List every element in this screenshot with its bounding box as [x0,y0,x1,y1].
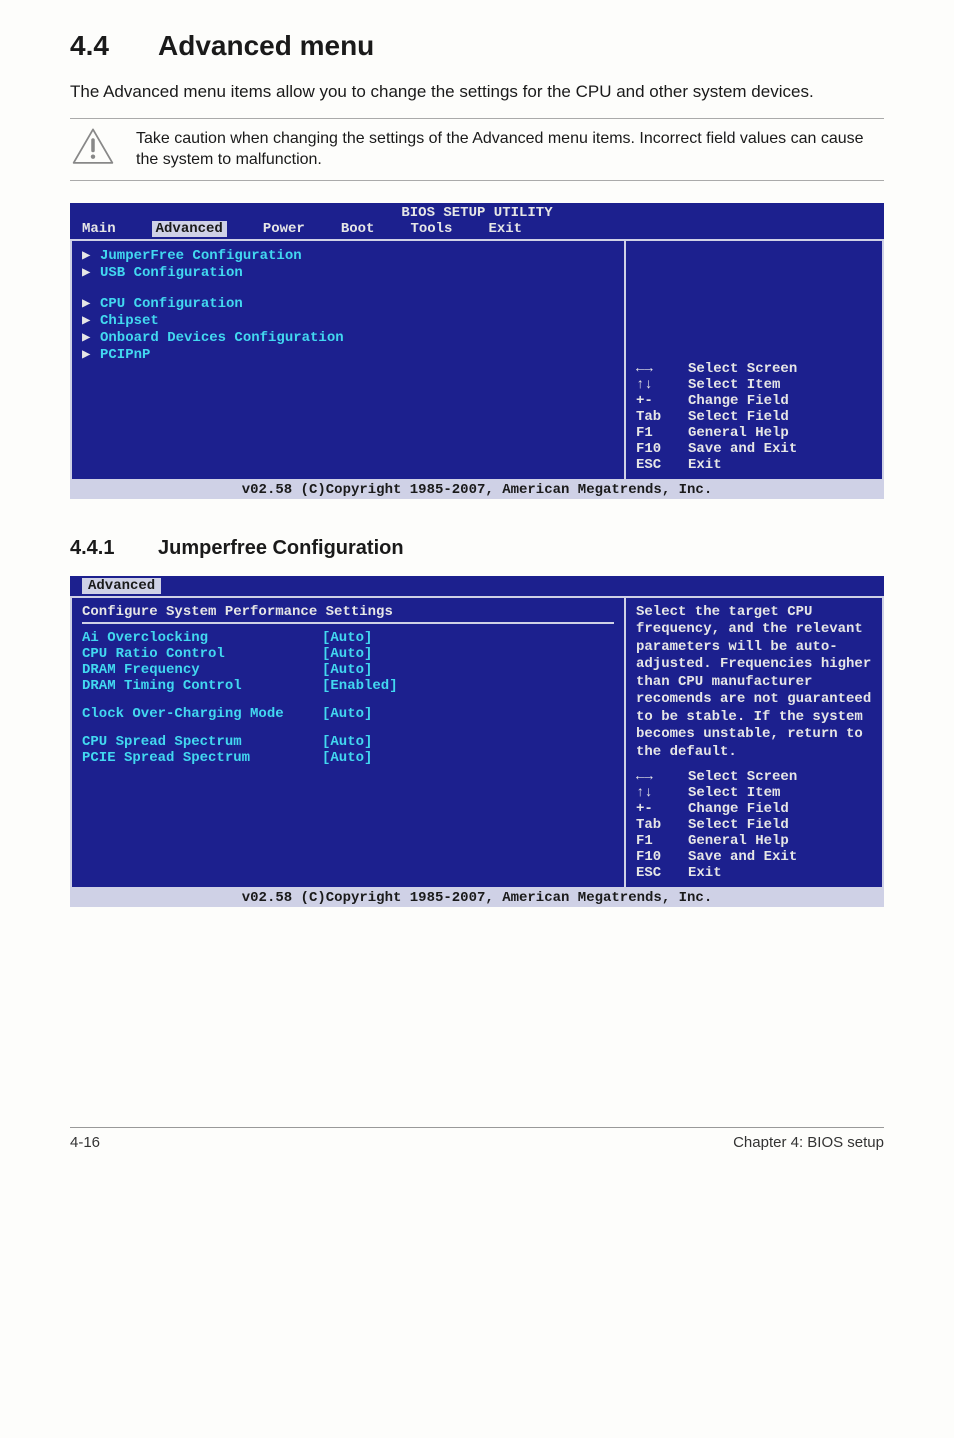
key-desc: Select Field [688,817,789,833]
key-desc: Exit [688,457,722,473]
key: +- [636,801,680,817]
bios-panel-advanced: BIOS SETUP UTILITY Main Advanced Power Boot… [70,203,884,499]
caution-icon [70,127,116,172]
bios2-tab: Advanced [70,576,884,596]
chapter-label: Chapter 4: BIOS setup [733,1134,884,1151]
key-desc: Save and Exit [688,849,797,865]
caution-box: Take caution when changing the settings … [70,118,884,181]
menu-item-chipset[interactable]: ▶Chipset [82,312,614,329]
menu-item-onboard[interactable]: ▶Onboard Devices Configuration [82,329,614,346]
page-footer: 4-16 Chapter 4: BIOS setup [70,1127,884,1151]
key-desc: Select Screen [688,769,797,785]
key: ↑↓ [636,377,680,393]
setting-value: [Auto] [322,706,372,722]
key: ESC [636,865,680,881]
key: +- [636,393,680,409]
bios-help-pane: Select the target CPU frequency, and the… [624,596,884,890]
key: Tab [636,817,680,833]
setting-value: [Auto] [322,662,372,678]
setting-pcie-spread[interactable]: PCIE Spread Spectrum[Auto] [82,750,614,766]
bios-tab-power[interactable]: Power [263,221,305,237]
key-desc: Select Item [688,377,780,393]
setting-label: CPU Spread Spectrum [82,734,322,750]
setting-label: Ai Overclocking [82,630,322,646]
key: F1 [636,833,680,849]
key-desc: Change Field [688,801,789,817]
setting-label: DRAM Frequency [82,662,322,678]
key-desc: Select Screen [688,361,797,377]
help-text: Select the target CPU frequency, and the… [636,604,872,762]
setting-label: CPU Ratio Control [82,646,322,662]
bios-tab-exit[interactable]: Exit [488,221,522,237]
setting-dram-timing[interactable]: DRAM Timing Control[Enabled] [82,678,614,694]
key: ↑↓ [636,785,680,801]
setting-dram-freq[interactable]: DRAM Frequency[Auto] [82,662,614,678]
bios-tab-tools[interactable]: Tools [410,221,452,237]
subsection-title: Jumperfree Configuration [158,537,404,559]
section-title: Advanced menu [158,30,374,61]
section-number: 4.4 [70,30,158,62]
setting-clock-over-charging[interactable]: Clock Over-Charging Mode[Auto] [82,706,614,722]
key: F10 [636,849,680,865]
bios-tabs: Main Advanced Power Boot Tools Exit [70,221,884,239]
bios-tab-main[interactable]: Main [82,221,116,237]
bios-menu-pane: ▶JumperFree Configuration ▶USB Configura… [70,239,624,481]
intro-text: The Advanced menu items allow you to cha… [70,80,884,104]
page-number: 4-16 [70,1134,100,1151]
menu-item-cpu[interactable]: ▶CPU Configuration [82,295,614,312]
menu-label: Onboard Devices Configuration [100,330,344,346]
key-desc: Select Item [688,785,780,801]
menu-label: CPU Configuration [100,296,243,312]
subsection-number: 4.4.1 [70,537,158,560]
bios2-tab-label: Advanced [82,578,161,594]
menu-item-pcipnp[interactable]: ▶PCIPnP [82,346,614,363]
bios-tab-advanced[interactable]: Advanced [152,221,227,237]
bios-title: BIOS SETUP UTILITY [70,203,884,221]
caution-text: Take caution when changing the settings … [136,128,880,171]
settings-pane-title: Configure System Performance Settings [82,604,614,620]
key: ←→ [636,361,680,377]
key-desc: Change Field [688,393,789,409]
menu-label: JumperFree Configuration [100,248,302,264]
setting-value: [Auto] [322,734,372,750]
key: Tab [636,409,680,425]
menu-item-usb[interactable]: ▶USB Configuration [82,264,614,281]
menu-label: USB Configuration [100,265,243,281]
setting-label: Clock Over-Charging Mode [82,706,322,722]
setting-cpu-spread[interactable]: CPU Spread Spectrum[Auto] [82,734,614,750]
menu-item-jumperfree[interactable]: ▶JumperFree Configuration [82,247,614,264]
setting-value: [Auto] [322,630,372,646]
key: F10 [636,441,680,457]
bios-footer: v02.58 (C)Copyright 1985-2007, American … [70,889,884,907]
key-desc: Save and Exit [688,441,797,457]
bios-tab-boot[interactable]: Boot [341,221,375,237]
key-desc: Select Field [688,409,789,425]
bios-panel-jumperfree: Advanced Configure System Performance Se… [70,576,884,908]
bios-help-pane: ←→ Select Screen ↑↓ Select Item +- Change F… [624,239,884,481]
subsection-heading: 4.4.1Jumperfree Configuration [70,537,884,560]
key-legend: ←→ Select Screen ↑↓ Select Item +- Change F… [636,769,872,881]
bios-settings-pane: Configure System Performance Settings Ai… [70,596,624,890]
key-desc: General Help [688,425,789,441]
bios-footer: v02.58 (C)Copyright 1985-2007, American … [70,481,884,499]
setting-label: PCIE Spread Spectrum [82,750,322,766]
key: ←→ [636,769,680,785]
setting-ai-overclocking[interactable]: Ai Overclocking[Auto] [82,630,614,646]
setting-value: [Auto] [322,646,372,662]
key-legend: ←→ Select Screen ↑↓ Select Item +- Change F… [636,361,872,473]
menu-label: Chipset [100,313,159,329]
key: ESC [636,457,680,473]
key: F1 [636,425,680,441]
menu-label: PCIPnP [100,347,150,363]
key-desc: Exit [688,865,722,881]
section-heading: 4.4Advanced menu [70,30,884,62]
setting-label: DRAM Timing Control [82,678,322,694]
setting-value: [Enabled] [322,678,398,694]
setting-value: [Auto] [322,750,372,766]
key-desc: General Help [688,833,789,849]
setting-cpu-ratio[interactable]: CPU Ratio Control[Auto] [82,646,614,662]
